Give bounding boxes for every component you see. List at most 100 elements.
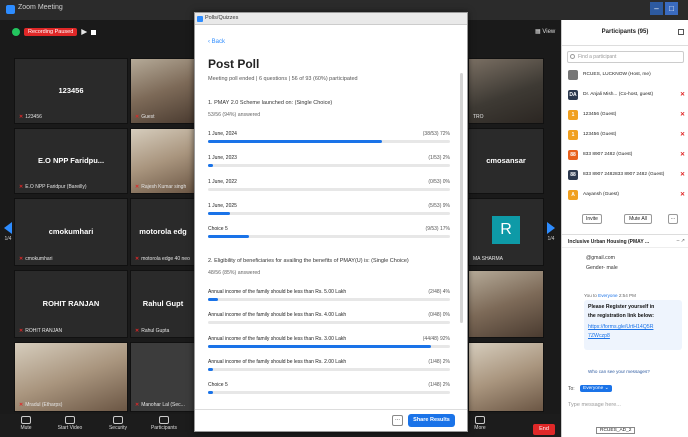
video-tile[interactable] <box>468 270 544 338</box>
video-tile[interactable]: ROHIT RANJAN ✕ ROHIT RANJAN <box>14 270 128 338</box>
participant-row[interactable]: 88 833 8907 2482833 8907 2482 (Guest) ✕ <box>568 168 688 184</box>
video-tile[interactable] <box>468 342 544 412</box>
result-track <box>208 164 450 167</box>
muted-mic-icon: ✕ <box>19 114 24 120</box>
mute-all-button[interactable]: Mute All <box>624 214 652 224</box>
chat-message-input[interactable]: Type message here... <box>568 402 621 408</box>
avatar: 1 <box>568 130 578 140</box>
pop-out-icon[interactable] <box>678 29 684 35</box>
result-track <box>208 235 450 238</box>
mute-button[interactable]: Mute <box>6 416 46 431</box>
participants-header: Participants (95) <box>562 20 688 46</box>
option-label: Choice 5 <box>208 382 228 388</box>
search-placeholder: Find a participant <box>578 54 617 60</box>
tile-name: motorola edg <box>139 226 187 236</box>
tile-caption-text: Rahul Gupta <box>141 328 170 334</box>
video-tile[interactable]: Rahul Gupt ✕ Rahul Gupta <box>130 270 196 338</box>
video-tile[interactable]: cmokumhari ✕ cmokumhari <box>14 198 128 266</box>
registration-link[interactable]: https://forms.gle/UrtH14Q5R <box>588 324 653 330</box>
question-answered: 48/56 (85%) answered <box>208 270 261 276</box>
muted-mic-icon: ✕ <box>19 402 24 408</box>
video-tile[interactable]: ✕ Mradul (Etharps) <box>14 342 128 412</box>
toolbar-label: More <box>474 425 486 431</box>
maximize-icon[interactable]: □ <box>665 2 678 15</box>
video-tile[interactable]: ✕ Guest <box>130 58 196 124</box>
zoom-window: Zoom Meeting – □ Recording Paused ▦ View… <box>0 0 688 437</box>
tile-caption: MA SHARMA <box>473 256 503 262</box>
start-video-button[interactable]: Start Video <box>50 416 90 431</box>
tile-caption-text: Guest <box>141 114 155 120</box>
poll-scrollbar[interactable] <box>460 73 463 323</box>
page-indicator: 1/4 <box>547 236 555 242</box>
participant-row[interactable]: A Aayansh (Guest) ✕ <box>568 188 688 204</box>
participant-name: 833 8907 2482833 8907 2482 (Guest) <box>583 172 665 177</box>
option-result: (2/48) 4% <box>428 289 450 295</box>
chat-window-controls[interactable]: – ↗ <box>677 238 685 244</box>
more-options-button[interactable]: ... <box>392 415 403 426</box>
video-tile[interactable]: cmosansar <box>468 128 544 194</box>
previous-page-button[interactable]: 1/4 <box>2 222 14 242</box>
tile-caption: ✕ Rajesh Kumar singh <box>135 184 186 190</box>
chevron-right-icon <box>547 222 555 234</box>
video-tile[interactable]: E.O NPP Faridpu... ✕ E.O NPP Faridpur (Ba… <box>14 128 128 194</box>
avatar: 88 <box>568 170 578 180</box>
tile-caption: ✕ ROHIT RANJAN <box>19 328 62 334</box>
next-page-button[interactable]: 1/4 <box>545 222 557 242</box>
participant-row[interactable]: 1 123456 (Guest) ✕ <box>568 128 688 144</box>
participants-button[interactable]: Participants <box>144 416 184 431</box>
minimize-icon[interactable]: – <box>650 2 663 15</box>
poll-option: Choice 5 (1/48) 2% <box>208 382 450 396</box>
avatar: DA <box>568 90 578 100</box>
recipient-dropdown[interactable]: Everyone ⌄ <box>580 385 612 392</box>
participant-row[interactable]: RCUES, LUCKNOW (Host, me) <box>568 68 688 84</box>
result-bar <box>208 298 218 301</box>
participant-name: Dr. Anjali Mish... (Co-host, guest) <box>583 92 654 97</box>
sender: You to <box>584 293 597 298</box>
stop-recording-icon[interactable] <box>91 29 97 35</box>
tile-caption: ✕ motorola edge 40 neo <box>135 256 190 262</box>
resume-recording-icon[interactable] <box>81 29 88 35</box>
participant-row[interactable]: 1 123456 (Guest) ✕ <box>568 108 688 124</box>
video-tile[interactable]: 123456 ✕ 123456 <box>14 58 128 124</box>
end-meeting-button[interactable]: End <box>533 424 555 435</box>
tile-caption-text: TRO <box>473 114 484 120</box>
chat-header: Inclusive Urban Housing (PMAY ... – ↗ <box>562 234 688 248</box>
participant-name: 123456 (Guest) <box>583 132 617 137</box>
video-tile[interactable]: ✕ Rajesh Kumar singh <box>130 128 196 194</box>
zoom-app-icon <box>6 5 15 14</box>
view-button[interactable]: ▦ View <box>535 28 555 35</box>
tile-caption: ✕ Manohar Lal (Sec... <box>135 402 185 408</box>
more-options-button[interactable]: ... <box>668 214 678 224</box>
participant-search-input[interactable]: Find a participant <box>567 51 684 63</box>
search-icon <box>570 54 575 59</box>
chat-title: Inclusive Urban Housing (PMAY ... <box>568 239 650 245</box>
result-track <box>208 212 450 215</box>
poll-option: Annual income of the family should be le… <box>208 312 450 326</box>
security-shield-icon <box>12 28 20 36</box>
invite-button[interactable]: Invite <box>582 214 602 224</box>
registration-link[interactable]: 7ZWczp8 <box>588 333 610 339</box>
muted-mic-icon: ✕ <box>19 184 24 190</box>
video-tile[interactable]: TRO <box>468 58 544 124</box>
participant-row[interactable]: 88 833 8907 2482 (Guest) ✕ <box>568 148 688 164</box>
video-tile[interactable]: R MA SHARMA <box>468 198 544 266</box>
poll-option: 1 June, 2023 (1/53) 2% <box>208 155 450 169</box>
result-bar <box>208 140 383 143</box>
participant-name: Aayansh (Guest) <box>583 192 619 197</box>
poll-option: 1 June, 2025 (5/53) 9% <box>208 203 450 217</box>
participant-row[interactable]: DA Dr. Anjali Mish... (Co-host, guest) ✕ <box>568 88 688 104</box>
video-tile[interactable]: ✕ Manohar Lal (Sec... <box>130 342 196 412</box>
who-can-see-link[interactable]: Who can see your messages? <box>588 369 650 374</box>
result-track <box>208 345 450 348</box>
security-button[interactable]: Security <box>98 416 138 431</box>
tile-name: ROHIT RANJAN <box>42 298 100 308</box>
result-bar <box>208 391 213 394</box>
tile-caption-text: ROHIT RANJAN <box>25 328 63 334</box>
back-link[interactable]: ‹ Back <box>208 39 225 45</box>
option-label: 1 June, 2025 <box>208 203 237 209</box>
video-tile[interactable]: motorola edg ✕ motorola edge 40 neo <box>130 198 196 266</box>
muted-mic-icon: ✕ <box>19 328 24 334</box>
poll-titlebar: Polls/Quizzes <box>195 13 467 25</box>
share-results-button[interactable]: Share Results <box>408 414 455 427</box>
microphone-icon <box>21 416 31 424</box>
